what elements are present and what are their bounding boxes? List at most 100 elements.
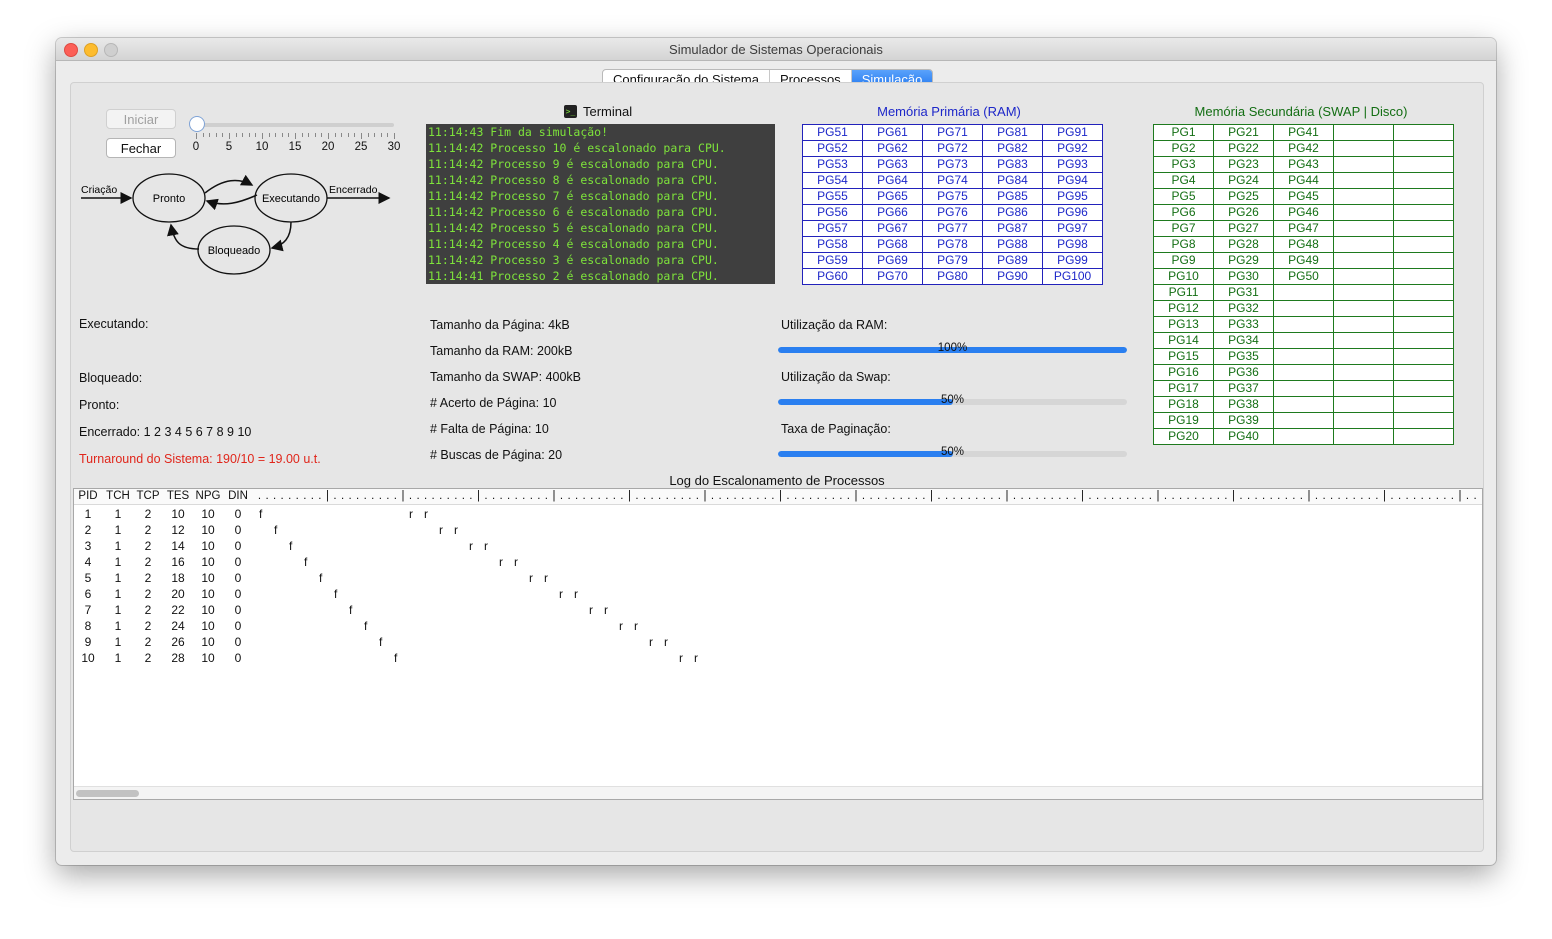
swap-page-cell [1333, 412, 1394, 429]
diagram-label-encerrado: Encerrado [329, 184, 378, 196]
swap-page-cell: PG21 [1213, 124, 1274, 141]
log-timeline-mark: . [975, 490, 979, 502]
log-timeline-mark: . [1186, 490, 1190, 502]
log-timeline-mark: . [408, 490, 413, 502]
swap-page-cell [1273, 332, 1334, 349]
ram-page-cell: PG96 [1042, 204, 1103, 221]
speed-slider-track[interactable] [196, 123, 394, 127]
log-mark-r: r [514, 555, 518, 569]
log-timeline-mark: . [507, 490, 511, 502]
terminal-line: 11:14:42 Processo 10 é escalonado para C… [428, 141, 726, 155]
swap-page-cell [1333, 236, 1394, 253]
speed-slider-knob[interactable] [189, 116, 205, 132]
executing-status: Executando: [79, 317, 149, 331]
log-row: 5 1 2 18 10 0 f r r [74, 571, 1482, 587]
swap-page-cell: PG6 [1153, 204, 1214, 221]
log-timeline-mark: . [454, 490, 458, 502]
log-timeline-mark: | [1005, 490, 1009, 502]
swap-page-cell [1333, 172, 1394, 189]
slider-tick [242, 133, 244, 137]
swap-page-row: PG11 PG31 [1153, 284, 1454, 301]
slider-tick [215, 133, 217, 137]
slider-tick [196, 133, 197, 139]
log-cell: 6 [84, 587, 92, 601]
slider-tick [301, 133, 303, 137]
swap-table: PG1 PG21 PG41 PG2 PG22 PG42 PG3 PG23 PG43 PG4 PG24… [1153, 124, 1454, 445]
slider-tick [380, 133, 382, 137]
scrollbar-thumb[interactable] [76, 790, 139, 797]
log-timeline-mark: | [401, 490, 405, 502]
terminal-icon: >_ [564, 105, 577, 118]
log-timeline-mark: . [1367, 490, 1371, 502]
log-timeline-mark: . [522, 490, 526, 502]
swap-page-cell [1393, 172, 1454, 189]
ram-page-row: PG57 PG67 PG77 PG87 PG97 [802, 220, 1103, 237]
log-timeline-mark: | [703, 490, 707, 502]
swap-page-row: PG17 PG37 [1153, 380, 1454, 397]
swap-usage-label: Utilização da Swap: [781, 370, 891, 384]
log-timeline-mark: . [423, 490, 428, 502]
log-timeline-mark: . [280, 490, 284, 502]
swap-page-cell: PG50 [1273, 268, 1334, 285]
log-cell: 24 [171, 619, 185, 633]
ram-page-cell: PG73 [922, 156, 983, 173]
log-timeline-mark: . [1178, 490, 1183, 502]
ready-status: Pronto: [79, 398, 120, 412]
swap-page-cell [1333, 124, 1394, 141]
swap-page-cell: PG15 [1153, 348, 1214, 365]
log-timeline-mark: . [748, 490, 752, 502]
terminal-output: 11:14:43 Fim da simulação! 11:14:42 Proc… [426, 124, 775, 284]
swap-page-cell: PG25 [1213, 188, 1274, 205]
log-cell: 1 [114, 651, 122, 665]
swap-page-cell [1273, 300, 1334, 317]
log-cell: 10 [201, 603, 215, 617]
log-timeline-mark: . [461, 490, 465, 502]
log-timeline-mark: . [612, 490, 616, 502]
close-button[interactable]: Fechar [106, 138, 176, 158]
state-pronto: Pronto [153, 193, 185, 205]
log-timeline-mark: . [680, 490, 684, 502]
log-timeline-mark: . [484, 490, 488, 502]
ram-page-cell: PG66 [862, 204, 923, 221]
log-timeline-mark: . [1450, 490, 1454, 502]
ram-usage-text: 100% [937, 342, 968, 354]
swap-page-cell [1393, 188, 1454, 205]
log-column-header: NPG [195, 490, 221, 502]
swap-page-cell: PG35 [1213, 348, 1274, 365]
log-timeline-mark: . [741, 490, 745, 502]
ram-page-cell: PG79 [922, 252, 983, 269]
ram-page-row: PG60 PG70 PG80 PG90 PG100 [802, 268, 1103, 285]
swap-page-row: PG13 PG33 [1153, 316, 1454, 333]
log-mark-f: f [334, 587, 338, 601]
log-cell: 14 [171, 539, 185, 553]
swap-page-cell: PG30 [1213, 268, 1274, 285]
swap-page-cell [1333, 188, 1394, 205]
log-timeline-mark: . [967, 490, 971, 502]
ram-page-cell: PG63 [862, 156, 923, 173]
swap-page-cell [1333, 428, 1394, 445]
log-cell: 0 [234, 635, 242, 649]
start-button[interactable]: Iniciar [106, 109, 176, 129]
swap-page-cell [1393, 380, 1454, 397]
scheduling-log[interactable]: PID TCH TCP TES NPG DIN......... |......... |..… [73, 488, 1483, 800]
terminal-line: 11:14:42 Processo 4 é escalonado para CP… [428, 237, 719, 251]
slider-tick [361, 133, 362, 139]
log-cell: 12 [171, 523, 185, 537]
swap-page-row: PG15 PG35 [1153, 348, 1454, 365]
slider-tick [308, 133, 310, 137]
log-mark-r: r [439, 523, 443, 537]
log-timeline-mark: . [582, 490, 586, 502]
swap-page-cell: PG29 [1213, 252, 1274, 269]
log-timeline-mark: . [318, 490, 322, 502]
slider-tick [275, 133, 277, 137]
swap-page-cell: PG13 [1153, 316, 1214, 333]
horizontal-scrollbar[interactable] [74, 786, 1482, 799]
ram-page-cell: PG86 [982, 204, 1043, 221]
terminal-line: 11:14:42 Processo 3 é escalonado para CP… [428, 253, 719, 267]
swap-page-cell [1273, 428, 1334, 445]
log-cell: 1 [114, 523, 122, 537]
slider-label: 30 [387, 141, 401, 153]
log-timeline-mark: . [1428, 490, 1432, 502]
log-timeline-mark: . [809, 490, 813, 502]
swap-page-row: PG18 PG38 [1153, 396, 1454, 413]
